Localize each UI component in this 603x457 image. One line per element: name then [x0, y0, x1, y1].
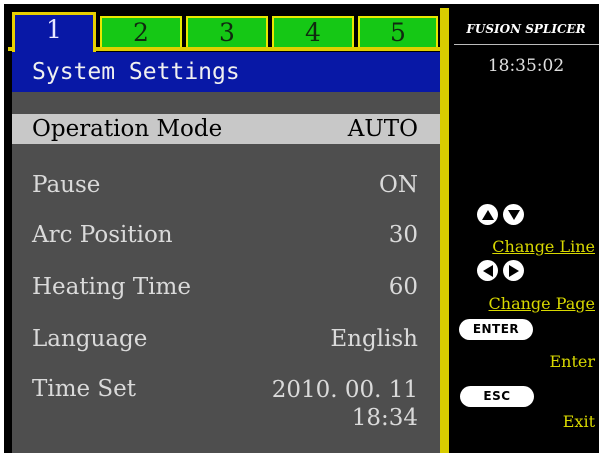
setting-value: English [330, 326, 418, 352]
tab-4[interactable]: 4 [272, 16, 354, 47]
setting-label: Heating Time [32, 274, 191, 300]
setting-row-time-set[interactable]: Time Set 2010. 00. 11 18:34 [12, 374, 440, 434]
help-exit: Exit [562, 412, 595, 431]
help-enter: Enter [549, 352, 595, 371]
right-arrow-icon [503, 260, 524, 281]
esc-key-icon: ESC [460, 386, 534, 407]
setting-row-arc-position[interactable]: Arc Position 30 [12, 220, 440, 250]
setting-row-pause[interactable]: Pause ON [12, 170, 440, 200]
settings-list: Operation Mode AUTO Pause ON Arc Positio… [12, 92, 440, 453]
setting-row-heating-time[interactable]: Heating Time 60 [12, 272, 440, 302]
brand-label: FUSION SPLICER [466, 22, 586, 36]
setting-value: 60 [388, 274, 418, 300]
setting-value: AUTO [347, 116, 418, 142]
tab-1[interactable]: 1 [12, 12, 96, 52]
left-arrow-icon [477, 260, 498, 281]
setting-row-operation-mode[interactable]: Operation Mode AUTO [12, 114, 440, 144]
page-title: System Settings [12, 52, 440, 92]
help-change-line: Change Line [492, 237, 595, 256]
tab-2[interactable]: 2 [100, 16, 182, 47]
brand-divider [454, 44, 599, 45]
setting-label: Arc Position [32, 222, 173, 248]
setting-value: 30 [388, 222, 418, 248]
setting-value: ON [379, 172, 418, 198]
setting-label: Language [32, 326, 148, 352]
down-arrow-icon [503, 204, 524, 225]
setting-row-language[interactable]: Language English [12, 324, 440, 354]
setting-label: Pause [32, 172, 101, 198]
splicer-screen: 1 2 3 4 5 System Settings Operation Mode… [4, 4, 599, 453]
vertical-divider [440, 8, 449, 453]
enter-key-icon: ENTER [459, 319, 533, 340]
setting-label: Operation Mode [32, 116, 223, 142]
time-value: 18:34 [351, 405, 418, 431]
help-change-page: Change Page [488, 294, 595, 313]
up-arrow-icon [477, 204, 498, 225]
clock: 18:35:02 [487, 56, 565, 76]
setting-value: 2010. 00. 11 18:34 [272, 376, 418, 432]
tab-3[interactable]: 3 [186, 16, 268, 47]
setting-label: Time Set [32, 376, 137, 402]
date-value: 2010. 00. 11 [271, 377, 418, 403]
tab-5[interactable]: 5 [358, 16, 438, 47]
